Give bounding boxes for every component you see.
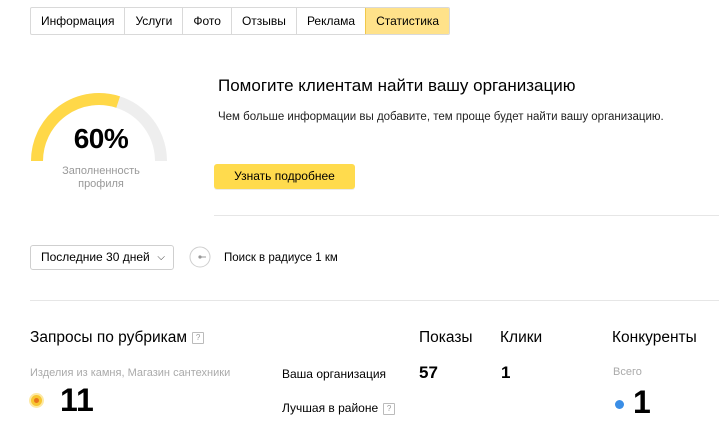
learn-more-button[interactable]: Узнать подробнее	[214, 164, 355, 189]
tab-ads[interactable]: Реклама	[295, 8, 365, 34]
radius-label: Поиск в радиусе 1 км	[224, 252, 338, 264]
period-select[interactable]: Последние 30 дней ⌵	[30, 245, 174, 270]
tab-services[interactable]: Услуги	[124, 8, 182, 34]
col-clicks: Клики	[500, 329, 543, 346]
requests-count: 11	[60, 382, 94, 418]
org-clicks-value: 1	[501, 363, 511, 382]
competitors-count: 1	[633, 384, 651, 420]
chevron-down-icon: ⌵	[157, 252, 165, 263]
divider	[30, 300, 719, 301]
row-best-label: Лучшая в районе	[282, 401, 379, 415]
help-icon[interactable]: ?	[192, 331, 205, 344]
competitors-title: Конкуренты	[612, 329, 697, 346]
period-select-label: Последние 30 дней	[41, 250, 150, 264]
competitor-dot-icon	[615, 400, 624, 409]
tab-statistics[interactable]: Статистика	[365, 8, 450, 34]
tab-photo[interactable]: Фото	[182, 8, 231, 34]
requests-title-label: Запросы по рубрикам	[30, 329, 188, 346]
profile-percent: 60%	[73, 123, 129, 154]
tab-info[interactable]: Информация	[31, 8, 124, 34]
rubrics-list: Изделия из камня, Магазин сантехники	[30, 367, 231, 379]
profile-caption: Заполненность профиля	[62, 165, 140, 190]
row-your-org: Ваша организация	[282, 367, 387, 381]
promo-text: Чем больше информации вы добавите, тем п…	[218, 111, 664, 123]
col-shows: Показы	[419, 329, 473, 346]
radius-icon[interactable]	[189, 246, 211, 268]
help-icon[interactable]: ?	[383, 402, 396, 415]
tab-reviews[interactable]: Отзывы	[230, 8, 296, 34]
promo-title: Помогите клиентам найти вашу организацию	[218, 76, 576, 95]
requests-dot-icon	[31, 395, 42, 406]
tab-bar: Информация Услуги Фото Отзывы Реклама Ст…	[30, 7, 451, 35]
org-shows-value: 57	[419, 363, 438, 382]
row-best-in-area: Лучшая в районе?	[282, 401, 396, 415]
competitors-total-label: Всего	[613, 366, 642, 378]
requests-title: Запросы по рубрикам?	[30, 329, 205, 347]
divider	[214, 215, 719, 216]
